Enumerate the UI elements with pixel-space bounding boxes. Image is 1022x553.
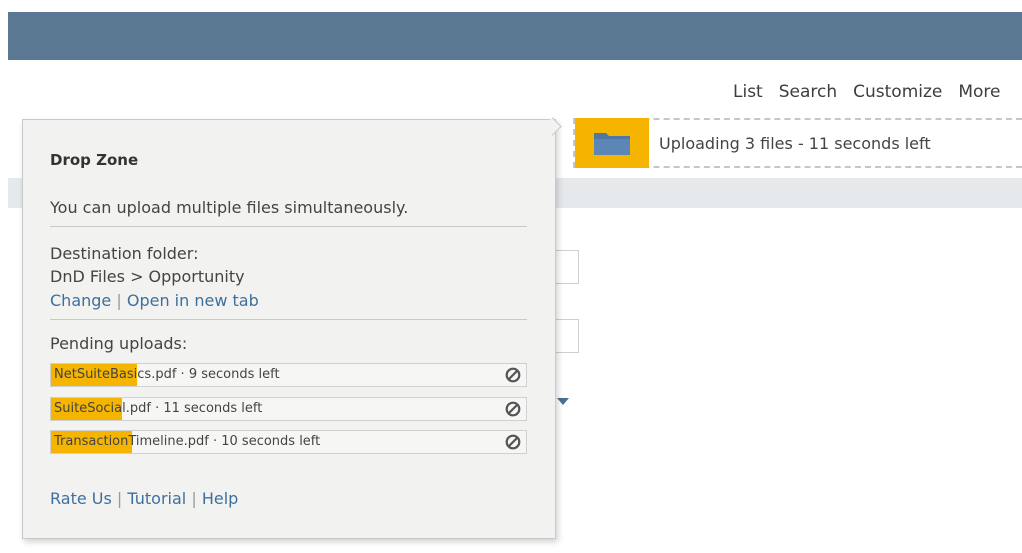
nav-more[interactable]: More <box>958 82 1000 104</box>
rate-us-link[interactable]: Rate Us <box>50 489 112 508</box>
upload-row: SuiteSocial.pdf · 11 seconds left <box>50 397 527 421</box>
upload-file-label: TransactionTimeline.pdf · 10 seconds lef… <box>54 434 321 449</box>
cancel-icon[interactable] <box>505 401 521 417</box>
change-link[interactable]: Change <box>50 291 111 310</box>
popup-title: Drop Zone <box>50 151 139 169</box>
help-link[interactable]: Help <box>202 489 238 508</box>
divider <box>50 226 527 227</box>
link-separator: | <box>116 291 122 310</box>
divider <box>50 319 527 320</box>
pending-uploads-label: Pending uploads: <box>50 334 188 353</box>
upload-file-label: NetSuiteBasics.pdf · 9 seconds left <box>54 367 280 382</box>
upload-file-label: SuiteSocial.pdf · 11 seconds left <box>54 401 263 416</box>
nav-list[interactable]: List <box>733 82 763 104</box>
footer-links: Rate Us | Tutorial | Help <box>50 489 238 508</box>
destination-label: Destination folder: <box>50 244 199 263</box>
cancel-icon[interactable] <box>505 434 521 450</box>
drop-zone-popup: Drop Zone You can upload multiple files … <box>22 119 556 539</box>
destination-links: Change | Open in new tab <box>50 291 259 310</box>
link-separator: | <box>116 489 123 508</box>
popup-description: You can upload multiple files simultaneo… <box>50 198 409 217</box>
header-bar <box>8 12 1022 60</box>
upload-status: Uploading 3 files - 11 seconds left <box>659 134 931 153</box>
nav-customize[interactable]: Customize <box>853 82 942 104</box>
cancel-icon[interactable] <box>505 367 521 383</box>
drop-zone[interactable]: Uploading 3 files - 11 seconds left <box>573 118 1022 168</box>
folder-icon <box>594 133 630 155</box>
tutorial-link[interactable]: Tutorial <box>127 489 186 508</box>
destination-path: DnD Files > Opportunity <box>50 267 245 286</box>
link-separator: | <box>191 489 197 508</box>
open-new-tab-link[interactable]: Open in new tab <box>127 291 259 310</box>
upload-row: TransactionTimeline.pdf · 10 seconds lef… <box>50 430 527 454</box>
page-nav: List Search Customize More <box>733 82 1017 104</box>
drop-zone-folder-button[interactable] <box>575 118 649 168</box>
chevron-down-icon[interactable] <box>557 398 569 405</box>
upload-row: NetSuiteBasics.pdf · 9 seconds left <box>50 363 527 387</box>
nav-search[interactable]: Search <box>779 82 837 104</box>
